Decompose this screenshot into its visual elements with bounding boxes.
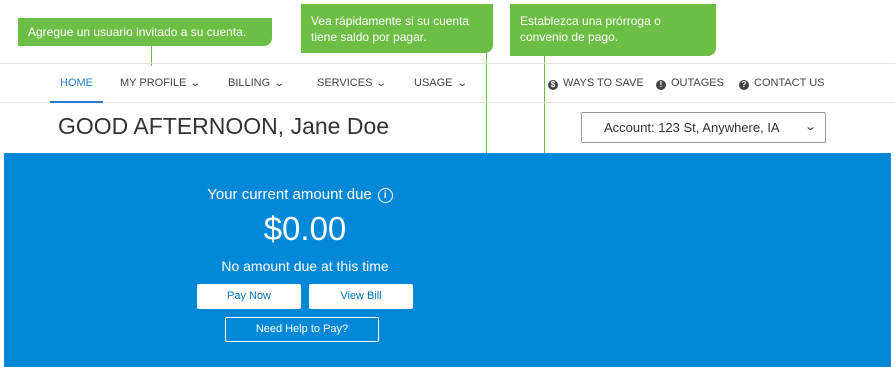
nav-services[interactable]: SERVICES ⌄ <box>317 64 388 103</box>
chevron-down-icon: ⌄ <box>189 78 202 89</box>
amount-due-label-row: Your current amount due i <box>0 186 600 203</box>
nav-usage[interactable]: USAGE ⌄ <box>414 64 468 103</box>
nav-contact-us[interactable]: ? CONTACT US <box>739 64 825 103</box>
callout-guest-user: Agregue un usuario invitado a su cuenta. <box>18 18 272 46</box>
account-select-value: Account: 123 St, Anywhere, IA <box>604 120 780 135</box>
nav-usage-label: USAGE <box>414 77 453 89</box>
nav-billing[interactable]: BILLING ⌄ <box>228 64 286 103</box>
nav-services-label: SERVICES <box>317 77 373 89</box>
dollar-icon: $ <box>548 80 558 90</box>
chevron-down-icon: ⌄ <box>803 121 817 133</box>
callout-payment-arrangement: Establezca una prórroga o convenio de pa… <box>510 4 716 56</box>
nav-ways-to-save[interactable]: $ WAYS TO SAVE <box>548 64 644 103</box>
nav-outages-label: OUTAGES <box>671 77 724 89</box>
main-nav: HOME MY PROFILE ⌄ BILLING ⌄ SERVICES ⌄ USAG… <box>0 63 895 103</box>
view-bill-button[interactable]: View Bill <box>309 284 413 309</box>
question-icon: ? <box>739 80 749 90</box>
amount-due-status: No amount due at this time <box>221 258 389 274</box>
nav-my-profile-label: MY PROFILE <box>120 77 187 89</box>
chevron-down-icon: ⌄ <box>273 78 286 89</box>
alert-icon: ! <box>656 80 666 90</box>
nav-billing-label: BILLING <box>228 77 271 89</box>
nav-ways-to-save-label: WAYS TO SAVE <box>563 77 644 89</box>
amount-due-label: Your current amount due <box>207 186 372 203</box>
info-icon[interactable]: i <box>377 188 393 203</box>
callout-balance: Vea rápidamente si su cuenta tiene saldo… <box>301 4 493 53</box>
nav-home[interactable]: HOME <box>50 64 103 103</box>
chevron-down-icon: ⌄ <box>375 78 388 89</box>
nav-outages[interactable]: ! OUTAGES <box>656 64 724 103</box>
account-select[interactable]: Account: 123 St, Anywhere, IA ⌄ <box>581 112 826 143</box>
nav-contact-us-label: CONTACT US <box>754 77 825 89</box>
pay-now-button[interactable]: Pay Now <box>197 284 301 309</box>
nav-home-label: HOME <box>60 77 93 89</box>
chevron-down-icon: ⌄ <box>455 78 468 89</box>
need-help-to-pay-button[interactable]: Need Help to Pay? <box>225 317 379 342</box>
greeting-title: GOOD AFTERNOON, Jane Doe <box>58 113 390 139</box>
nav-my-profile[interactable]: MY PROFILE ⌄ <box>120 64 202 103</box>
amount-due-value: $0.00 <box>263 210 347 247</box>
